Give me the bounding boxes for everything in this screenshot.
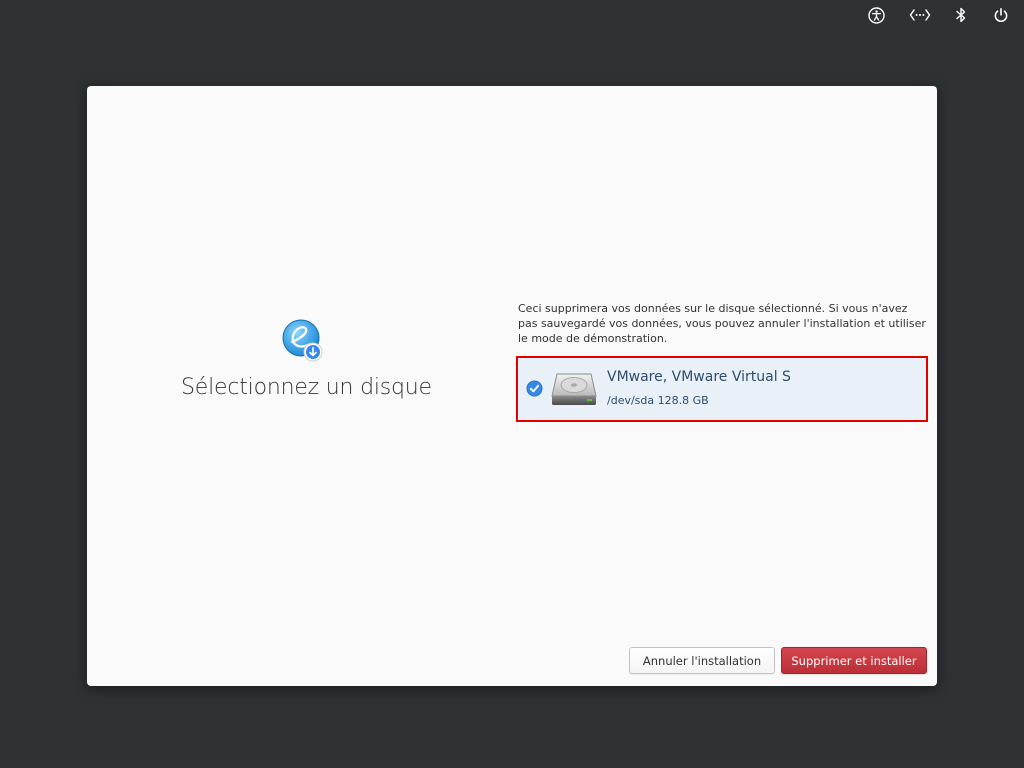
accessibility-icon[interactable] [867, 6, 885, 24]
power-icon[interactable] [992, 6, 1010, 24]
erase-warning-text: Ceci supprimera vos données sur le disqu… [518, 302, 926, 345]
selected-check-icon[interactable] [526, 380, 543, 397]
network-icon[interactable] [909, 6, 931, 24]
installer-window: Sélectionnez un disque Ceci supprimera v… [87, 86, 937, 686]
hard-drive-icon [550, 370, 598, 408]
disk-details: /dev/sda 128.8 GB [607, 394, 709, 407]
erase-and-install-button[interactable]: Supprimer et installer [781, 647, 927, 674]
disk-option-sda[interactable]: VMware, VMware Virtual S /dev/sda 128.8 … [516, 356, 928, 422]
installer-logo-icon [280, 318, 326, 364]
bluetooth-icon[interactable] [952, 6, 970, 24]
top-panel [0, 0, 1024, 30]
disk-name: VMware, VMware Virtual S [607, 369, 791, 385]
cancel-installation-button[interactable]: Annuler l'installation [629, 647, 775, 674]
page-title: Sélectionnez un disque [181, 375, 432, 400]
